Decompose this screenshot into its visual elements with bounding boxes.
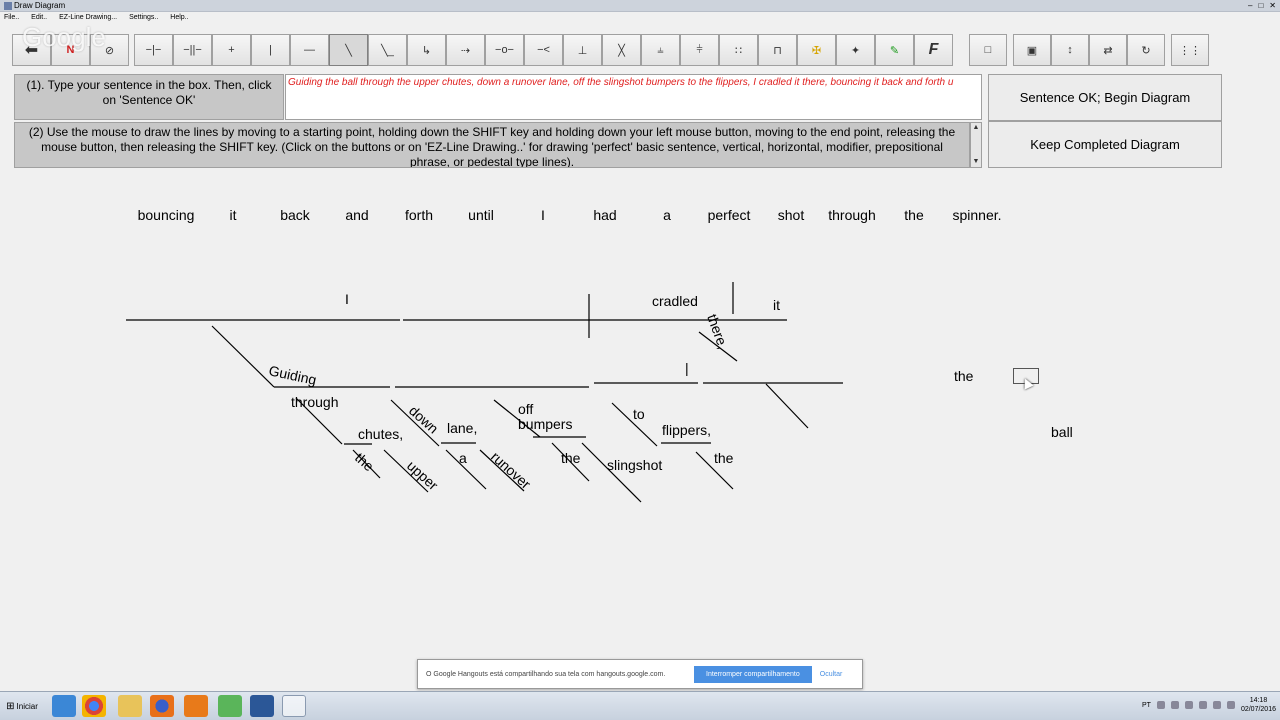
participle-slant [211, 325, 275, 388]
network-icon[interactable] [1212, 701, 1221, 709]
word-the-3: the [714, 450, 734, 466]
tray-icon[interactable] [1170, 701, 1179, 709]
word-lane: lane, [447, 420, 477, 436]
stop-sharing-button[interactable]: Interromper compartilhamento [694, 665, 812, 683]
media-player-icon[interactable] [184, 695, 208, 717]
tray-icon[interactable] [1184, 701, 1193, 709]
word-guiding: Guiding [267, 362, 318, 388]
folder-icon[interactable] [118, 695, 142, 717]
users-icon[interactable] [218, 695, 242, 717]
hangouts-message: O Google Hangouts está compartilhando su… [426, 670, 666, 678]
word-the-2: the [561, 450, 581, 466]
word-ball-free: ball [1051, 424, 1073, 440]
word-flippers: flippers, [662, 422, 711, 438]
object-slant [765, 383, 809, 429]
language-indicator[interactable]: PT [1142, 702, 1151, 709]
ie-icon[interactable] [52, 695, 76, 717]
volume-icon[interactable] [1226, 701, 1235, 709]
clock[interactable]: 14:18 02/07/2016 [1241, 696, 1276, 714]
tray-icon[interactable] [1156, 701, 1165, 709]
hangouts-share-bar: O Google Hangouts está compartilhando su… [417, 659, 863, 689]
word-cradled: cradled [652, 293, 698, 309]
start-button[interactable]: ⊞ Iniciar [0, 694, 44, 718]
diagram-canvas[interactable]: I cradled it there, Guiding through chut… [0, 0, 1280, 720]
word-runover: runover [488, 448, 534, 492]
clock-date: 02/07/2016 [1240, 706, 1276, 713]
word-slingshot: slingshot [607, 457, 662, 473]
tray-icon[interactable] [1198, 701, 1207, 709]
word-the-free: the [954, 368, 974, 384]
start-label: Iniciar [16, 701, 38, 711]
word-chutes: chutes, [358, 426, 403, 442]
word-bumpers: bumpers [518, 416, 572, 432]
clock-time: 14:18 [1249, 697, 1268, 704]
word-icon[interactable] [250, 695, 274, 717]
hide-button[interactable]: Ocultar [820, 671, 843, 678]
taskbar: ⊞ Iniciar PT 14:18 02/07/2016 [0, 691, 1280, 720]
word-through: through [291, 394, 338, 410]
word-a: a [459, 450, 467, 466]
system-tray: PT 14:18 02/07/2016 [1142, 696, 1276, 714]
word-to: to [633, 406, 645, 422]
chrome-icon[interactable] [82, 695, 106, 717]
firefox-icon[interactable] [150, 695, 174, 717]
draw-diagram-task-icon[interactable] [282, 695, 306, 717]
windows-logo-icon: ⊞ [6, 700, 15, 712]
word-off: off [518, 401, 533, 417]
word-upper: upper [404, 457, 442, 493]
word-there: there, [704, 312, 731, 351]
word-bar: | [685, 360, 689, 376]
word-it: it [773, 297, 780, 313]
word-I: I [345, 291, 349, 307]
